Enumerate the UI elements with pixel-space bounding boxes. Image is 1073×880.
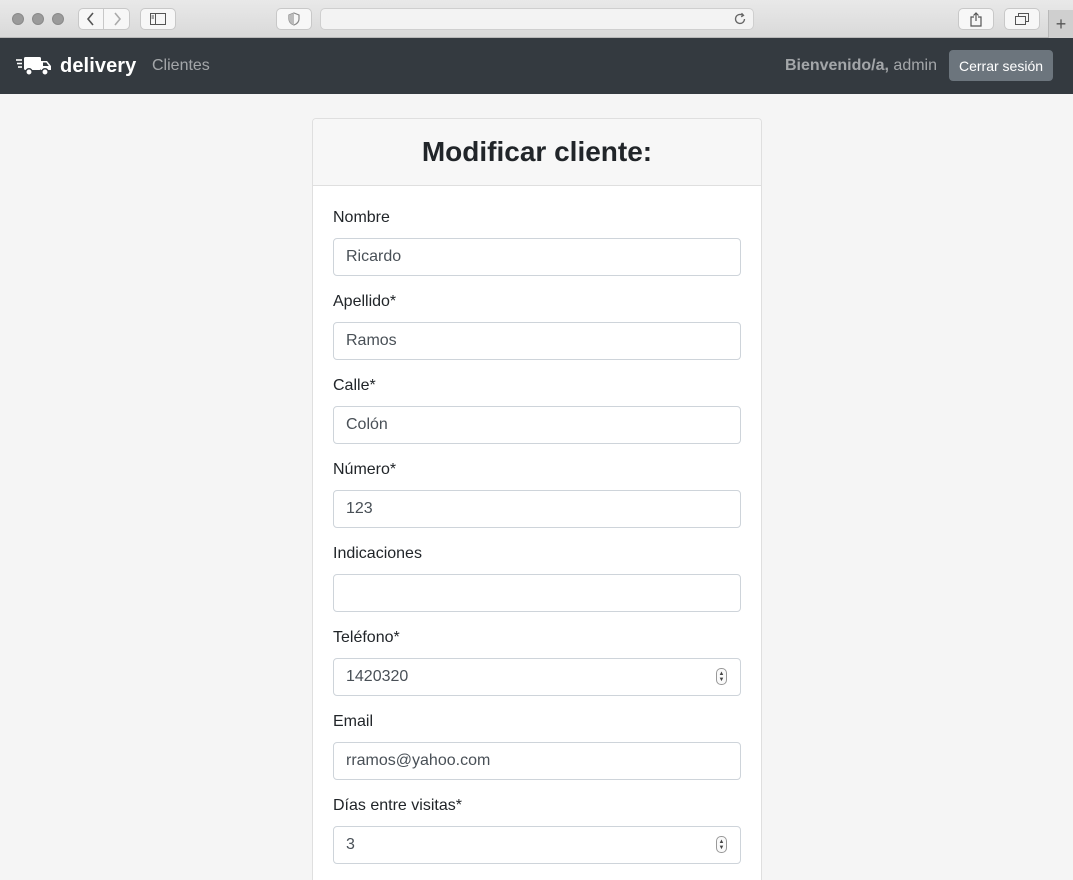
privacy-button[interactable]: [276, 8, 312, 30]
share-icon: [970, 11, 982, 27]
card-header: Modificar cliente:: [313, 119, 761, 186]
tabs-icon: [1015, 13, 1029, 25]
share-button[interactable]: [958, 8, 994, 30]
telefono-label: Teléfono*: [333, 629, 400, 646]
browser-toolbar: +: [0, 0, 1073, 38]
nombre-label: Nombre: [333, 209, 390, 226]
chevron-right-icon: [113, 12, 121, 26]
field-calle: Calle*: [333, 376, 741, 444]
telefono-wrapper: ▲▼: [333, 658, 741, 696]
telefono-input[interactable]: [333, 658, 741, 696]
brand-link[interactable]: delivery: [16, 38, 136, 94]
numero-input[interactable]: [333, 490, 741, 528]
email-input[interactable]: [333, 742, 741, 780]
nombre-input[interactable]: [333, 238, 741, 276]
new-tab-button[interactable]: +: [1048, 10, 1073, 38]
page-title: Modificar cliente:: [421, 136, 653, 167]
back-button[interactable]: [78, 8, 104, 30]
apellido-label: Apellido*: [333, 293, 397, 310]
dias-entre-visitas-label: Días entre visitas*: [333, 797, 462, 814]
logout-button[interactable]: Cerrar sesión: [949, 50, 1053, 81]
calle-label: Calle*: [333, 377, 376, 394]
indicaciones-label: Indicaciones: [333, 545, 422, 562]
edit-client-form: Nombre Apellido* Calle* Número* Indicaci…: [313, 186, 761, 864]
truck-icon: [16, 57, 51, 76]
close-window-icon[interactable]: [12, 13, 24, 25]
stepper-down-icon[interactable]: ▼: [719, 845, 725, 851]
sidebar-button[interactable]: [140, 8, 176, 30]
nav-link-clientes[interactable]: Clientes: [152, 57, 210, 75]
apellido-input[interactable]: [333, 322, 741, 360]
indicaciones-input[interactable]: [333, 574, 741, 612]
zoom-window-icon[interactable]: [52, 13, 64, 25]
tabs-overview-button[interactable]: [1004, 8, 1040, 30]
brand-name: delivery: [60, 54, 137, 77]
field-apellido: Apellido*: [333, 292, 741, 360]
reload-icon[interactable]: [733, 12, 747, 26]
telefono-stepper[interactable]: ▲ ▼: [716, 668, 727, 685]
edit-client-card: Modificar cliente: Nombre Apellido* Call…: [312, 118, 762, 880]
numero-label: Número*: [333, 461, 397, 478]
dias-wrapper: ▲▼: [333, 826, 741, 864]
welcome-text: Bienvenido/a, admin: [785, 57, 937, 75]
minimize-window-icon[interactable]: [32, 13, 44, 25]
field-dias-entre-visitas: Días entre visitas* ▲▼: [333, 796, 741, 864]
stepper-down-icon[interactable]: ▼: [719, 677, 725, 683]
field-email: Email: [333, 712, 741, 780]
field-numero: Número*: [333, 460, 741, 528]
email-label: Email: [333, 713, 374, 730]
address-bar[interactable]: [320, 8, 754, 30]
field-indicaciones: Indicaciones: [333, 544, 741, 612]
welcome-username: admin: [888, 57, 937, 74]
shield-icon: [288, 12, 300, 26]
dias-stepper[interactable]: ▲ ▼: [716, 836, 727, 853]
navbar: delivery Clientes Bienvenido/a, admin Ce…: [0, 38, 1073, 94]
forward-button[interactable]: [104, 8, 130, 30]
chevron-left-icon: [86, 12, 94, 26]
welcome-greeting: Bienvenido/a,: [784, 57, 889, 74]
field-telefono: Teléfono* ▲▼: [333, 628, 741, 696]
dias-entre-visitas-input[interactable]: [333, 826, 741, 864]
field-nombre: Nombre: [333, 208, 741, 276]
calle-input[interactable]: [333, 406, 741, 444]
sidebar-icon: [150, 13, 166, 25]
